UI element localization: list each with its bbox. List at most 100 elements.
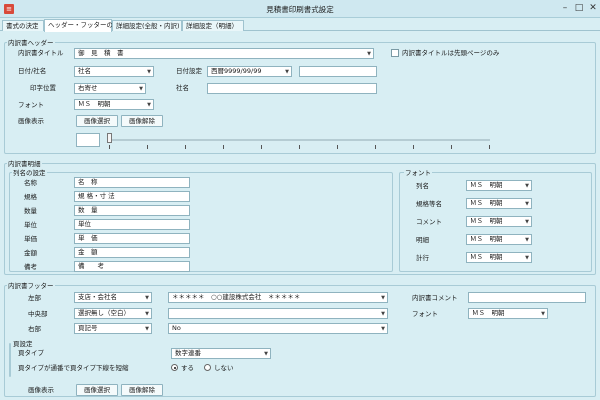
first-page-only-checkbox[interactable]	[391, 49, 399, 57]
center-part-value: 選択無し（空白）	[78, 309, 130, 317]
footer-comment-label: 内訳書コメント	[412, 294, 458, 302]
page-type-select[interactable]: 数字連番 ▼	[171, 348, 271, 359]
header-font-value: ＭＳ 明朝	[78, 100, 111, 108]
window-title: 見積書印刷書式設定	[266, 5, 334, 14]
date-extra-input[interactable]	[299, 66, 377, 77]
font-label: フォント	[18, 101, 44, 109]
print-position-select[interactable]: 右寄せ ▼	[74, 83, 146, 94]
center-part-select[interactable]: 選択無し（空白） ▼	[74, 308, 152, 319]
column-name-input[interactable]: 単位	[74, 219, 190, 230]
detail-font-label: コメント	[416, 218, 442, 226]
date-addressee-label: 日付/社名	[18, 67, 47, 75]
page-setting-legend: 頁設定	[12, 338, 34, 348]
column-name-input[interactable]: 金 額	[74, 247, 190, 258]
footer-image-select-button[interactable]: 画像選択	[76, 384, 118, 396]
detail-font-select[interactable]: ＭＳ 明朝 ▼	[466, 252, 532, 263]
page-type-label: 頁タイプ	[18, 349, 44, 357]
column-name-input[interactable]: 数 量	[74, 205, 190, 216]
chevron-down-icon: ▼	[147, 102, 151, 108]
right-text-select[interactable]: No ▼	[168, 323, 388, 334]
first-page-only-label: 内訳書タイトルは先頭ページのみ	[402, 49, 500, 57]
image-select-button[interactable]: 画像選択	[76, 115, 118, 127]
detail-font-label: 規格等名	[416, 200, 442, 208]
slider-tick	[223, 145, 224, 149]
left-part-label: 左部	[28, 294, 41, 302]
date-setting-label: 日付設定	[176, 67, 202, 75]
image-clear-button[interactable]: 画像解除	[121, 115, 163, 127]
slider-tick	[451, 145, 452, 149]
tab-header-footer[interactable]: ヘッダー・フッターの設定	[44, 19, 126, 32]
tab-bar: 書式の決定 ヘッダー・フッターの設定 詳細設定(全般・内訳) 詳細設定（明細）	[0, 18, 600, 32]
zoom-slider-track[interactable]	[108, 139, 490, 141]
chevron-down-icon: ▼	[525, 219, 529, 225]
detail-font-label: 明細	[416, 236, 429, 244]
date-addressee-select[interactable]: 社名 ▼	[74, 66, 154, 77]
chevron-down-icon: ▼	[285, 69, 289, 75]
detail-font-select[interactable]: ＭＳ 明朝 ▼	[466, 180, 532, 191]
right-part-select[interactable]: 頁記号 ▼	[74, 323, 152, 334]
minimize-icon[interactable]: –	[560, 3, 570, 14]
date-addressee-value: 社名	[78, 67, 91, 75]
column-label: 単価	[24, 235, 37, 243]
detail-font-value: ＭＳ 明朝	[470, 199, 503, 207]
tab-detail-items[interactable]: 詳細設定（明細）	[182, 20, 244, 31]
column-name-input[interactable]: 名 称	[74, 177, 190, 188]
slider-tick	[109, 145, 110, 149]
header-font-select[interactable]: ＭＳ 明朝 ▼	[74, 99, 154, 110]
detail-font-value: ＭＳ 明朝	[470, 253, 503, 261]
footer-font-select[interactable]: ＭＳ 明朝 ▼	[468, 308, 548, 319]
slider-tick	[299, 145, 300, 149]
left-text-select[interactable]: ＊＊＊＊＊ ○○建設株式会社 ＊＊＊＊＊ ▼	[168, 292, 388, 303]
column-label: 単位	[24, 221, 37, 229]
company-input[interactable]	[207, 83, 377, 94]
title-select[interactable]: 御 見 積 書 ▼	[74, 48, 374, 59]
close-icon[interactable]: ✕	[588, 3, 598, 14]
columns-legend: 列名の設定	[12, 167, 47, 177]
slider-tick	[413, 145, 414, 149]
column-name-input[interactable]: 単 価	[74, 233, 190, 244]
title-value: 御 見 積 書	[78, 49, 124, 57]
zoom-slider-thumb[interactable]	[107, 133, 112, 143]
print-position-value: 右寄せ	[78, 84, 98, 92]
footer-comment-input[interactable]	[468, 292, 586, 303]
radio-yes-label: する	[181, 364, 194, 372]
detail-font-select[interactable]: ＭＳ 明朝 ▼	[466, 198, 532, 209]
maximize-icon[interactable]: □	[574, 3, 584, 14]
slider-tick	[489, 145, 490, 149]
column-name-input[interactable]: 備 考	[74, 261, 190, 272]
tab-detail-general[interactable]: 詳細設定(全般・内訳)	[112, 20, 182, 31]
detail-font-label: 計行	[416, 254, 429, 262]
slider-tick	[147, 145, 148, 149]
chevron-down-icon: ▼	[147, 69, 151, 75]
detail-font-value: ＭＳ 明朝	[470, 181, 503, 189]
column-label: 金額	[24, 249, 37, 257]
chevron-down-icon: ▼	[145, 295, 149, 301]
chevron-down-icon: ▼	[381, 326, 385, 332]
footer-image-label: 画像表示	[28, 386, 54, 394]
image-preview	[76, 133, 100, 147]
detail-font-select[interactable]: ＭＳ 明朝 ▼	[466, 234, 532, 245]
date-setting-select[interactable]: 西暦9999/99/99 ▼	[207, 66, 292, 77]
slider-tick	[261, 145, 262, 149]
center-text-select[interactable]: ▼	[168, 308, 388, 319]
chevron-down-icon: ▼	[145, 326, 149, 332]
left-part-select[interactable]: 支店・会社名 ▼	[74, 292, 152, 303]
chevron-down-icon: ▼	[145, 311, 149, 317]
tab-format[interactable]: 書式の決定	[2, 20, 44, 31]
slider-tick	[375, 145, 376, 149]
chevron-down-icon: ▼	[381, 311, 385, 317]
column-label: 備考	[24, 263, 37, 271]
detail-font-select[interactable]: ＭＳ 明朝 ▼	[466, 216, 532, 227]
chevron-down-icon: ▼	[525, 183, 529, 189]
footer-image-clear-button[interactable]: 画像解除	[121, 384, 163, 396]
column-name-input[interactable]: 規 格・寸 法	[74, 191, 190, 202]
right-part-label: 右部	[28, 325, 41, 333]
radio-yes[interactable]	[171, 364, 178, 371]
column-label: 規格	[24, 193, 37, 201]
center-part-label: 中央部	[28, 310, 48, 318]
footer-legend: 内訳書フッター	[7, 280, 55, 290]
image-label: 画像表示	[18, 117, 44, 125]
radio-no[interactable]	[204, 364, 211, 371]
slider-tick	[185, 145, 186, 149]
title-bar: ≡ 見積書印刷書式設定 – □ ✕	[0, 0, 600, 18]
